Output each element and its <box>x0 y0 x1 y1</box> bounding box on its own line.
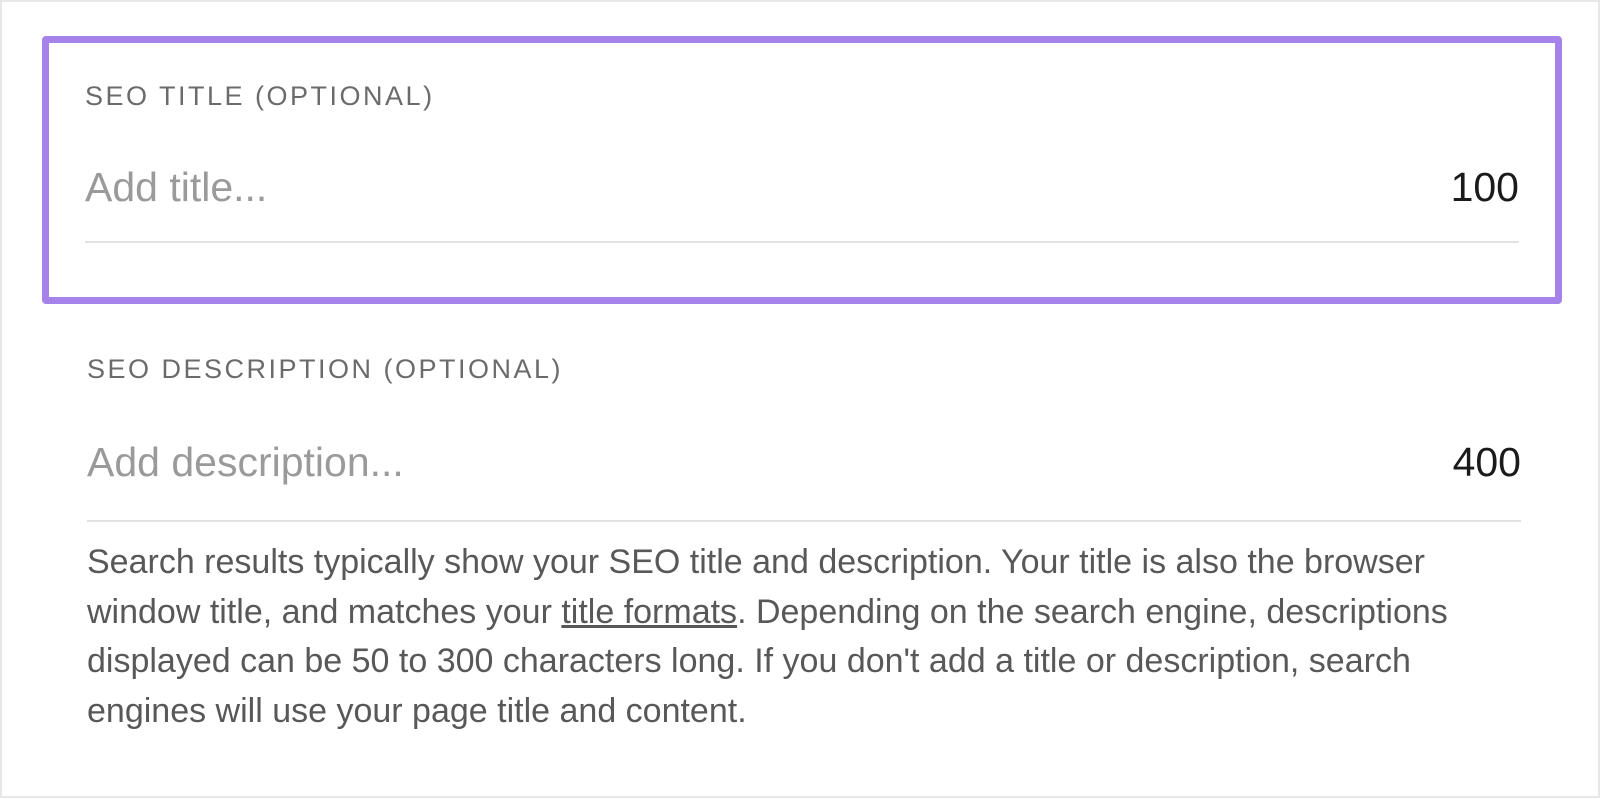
seo-help-text: Search results typically show your SEO t… <box>87 538 1521 737</box>
seo-settings-panel: SEO TITLE (OPTIONAL) 100 SEO DESCRIPTION… <box>0 0 1600 798</box>
seo-description-section: SEO DESCRIPTION (OPTIONAL) 400 Search re… <box>87 354 1521 737</box>
seo-title-input[interactable] <box>85 164 1304 211</box>
seo-description-label: SEO DESCRIPTION (OPTIONAL) <box>87 354 1521 385</box>
seo-description-input[interactable] <box>87 439 1306 486</box>
seo-description-char-count: 400 <box>1453 439 1521 486</box>
title-formats-link[interactable]: title formats <box>561 593 737 631</box>
seo-title-label: SEO TITLE (OPTIONAL) <box>85 81 1519 112</box>
seo-title-char-count: 100 <box>1451 164 1519 211</box>
seo-description-row: 400 <box>87 439 1521 522</box>
seo-title-section: SEO TITLE (OPTIONAL) 100 <box>42 36 1562 304</box>
seo-title-row: 100 <box>85 164 1519 243</box>
